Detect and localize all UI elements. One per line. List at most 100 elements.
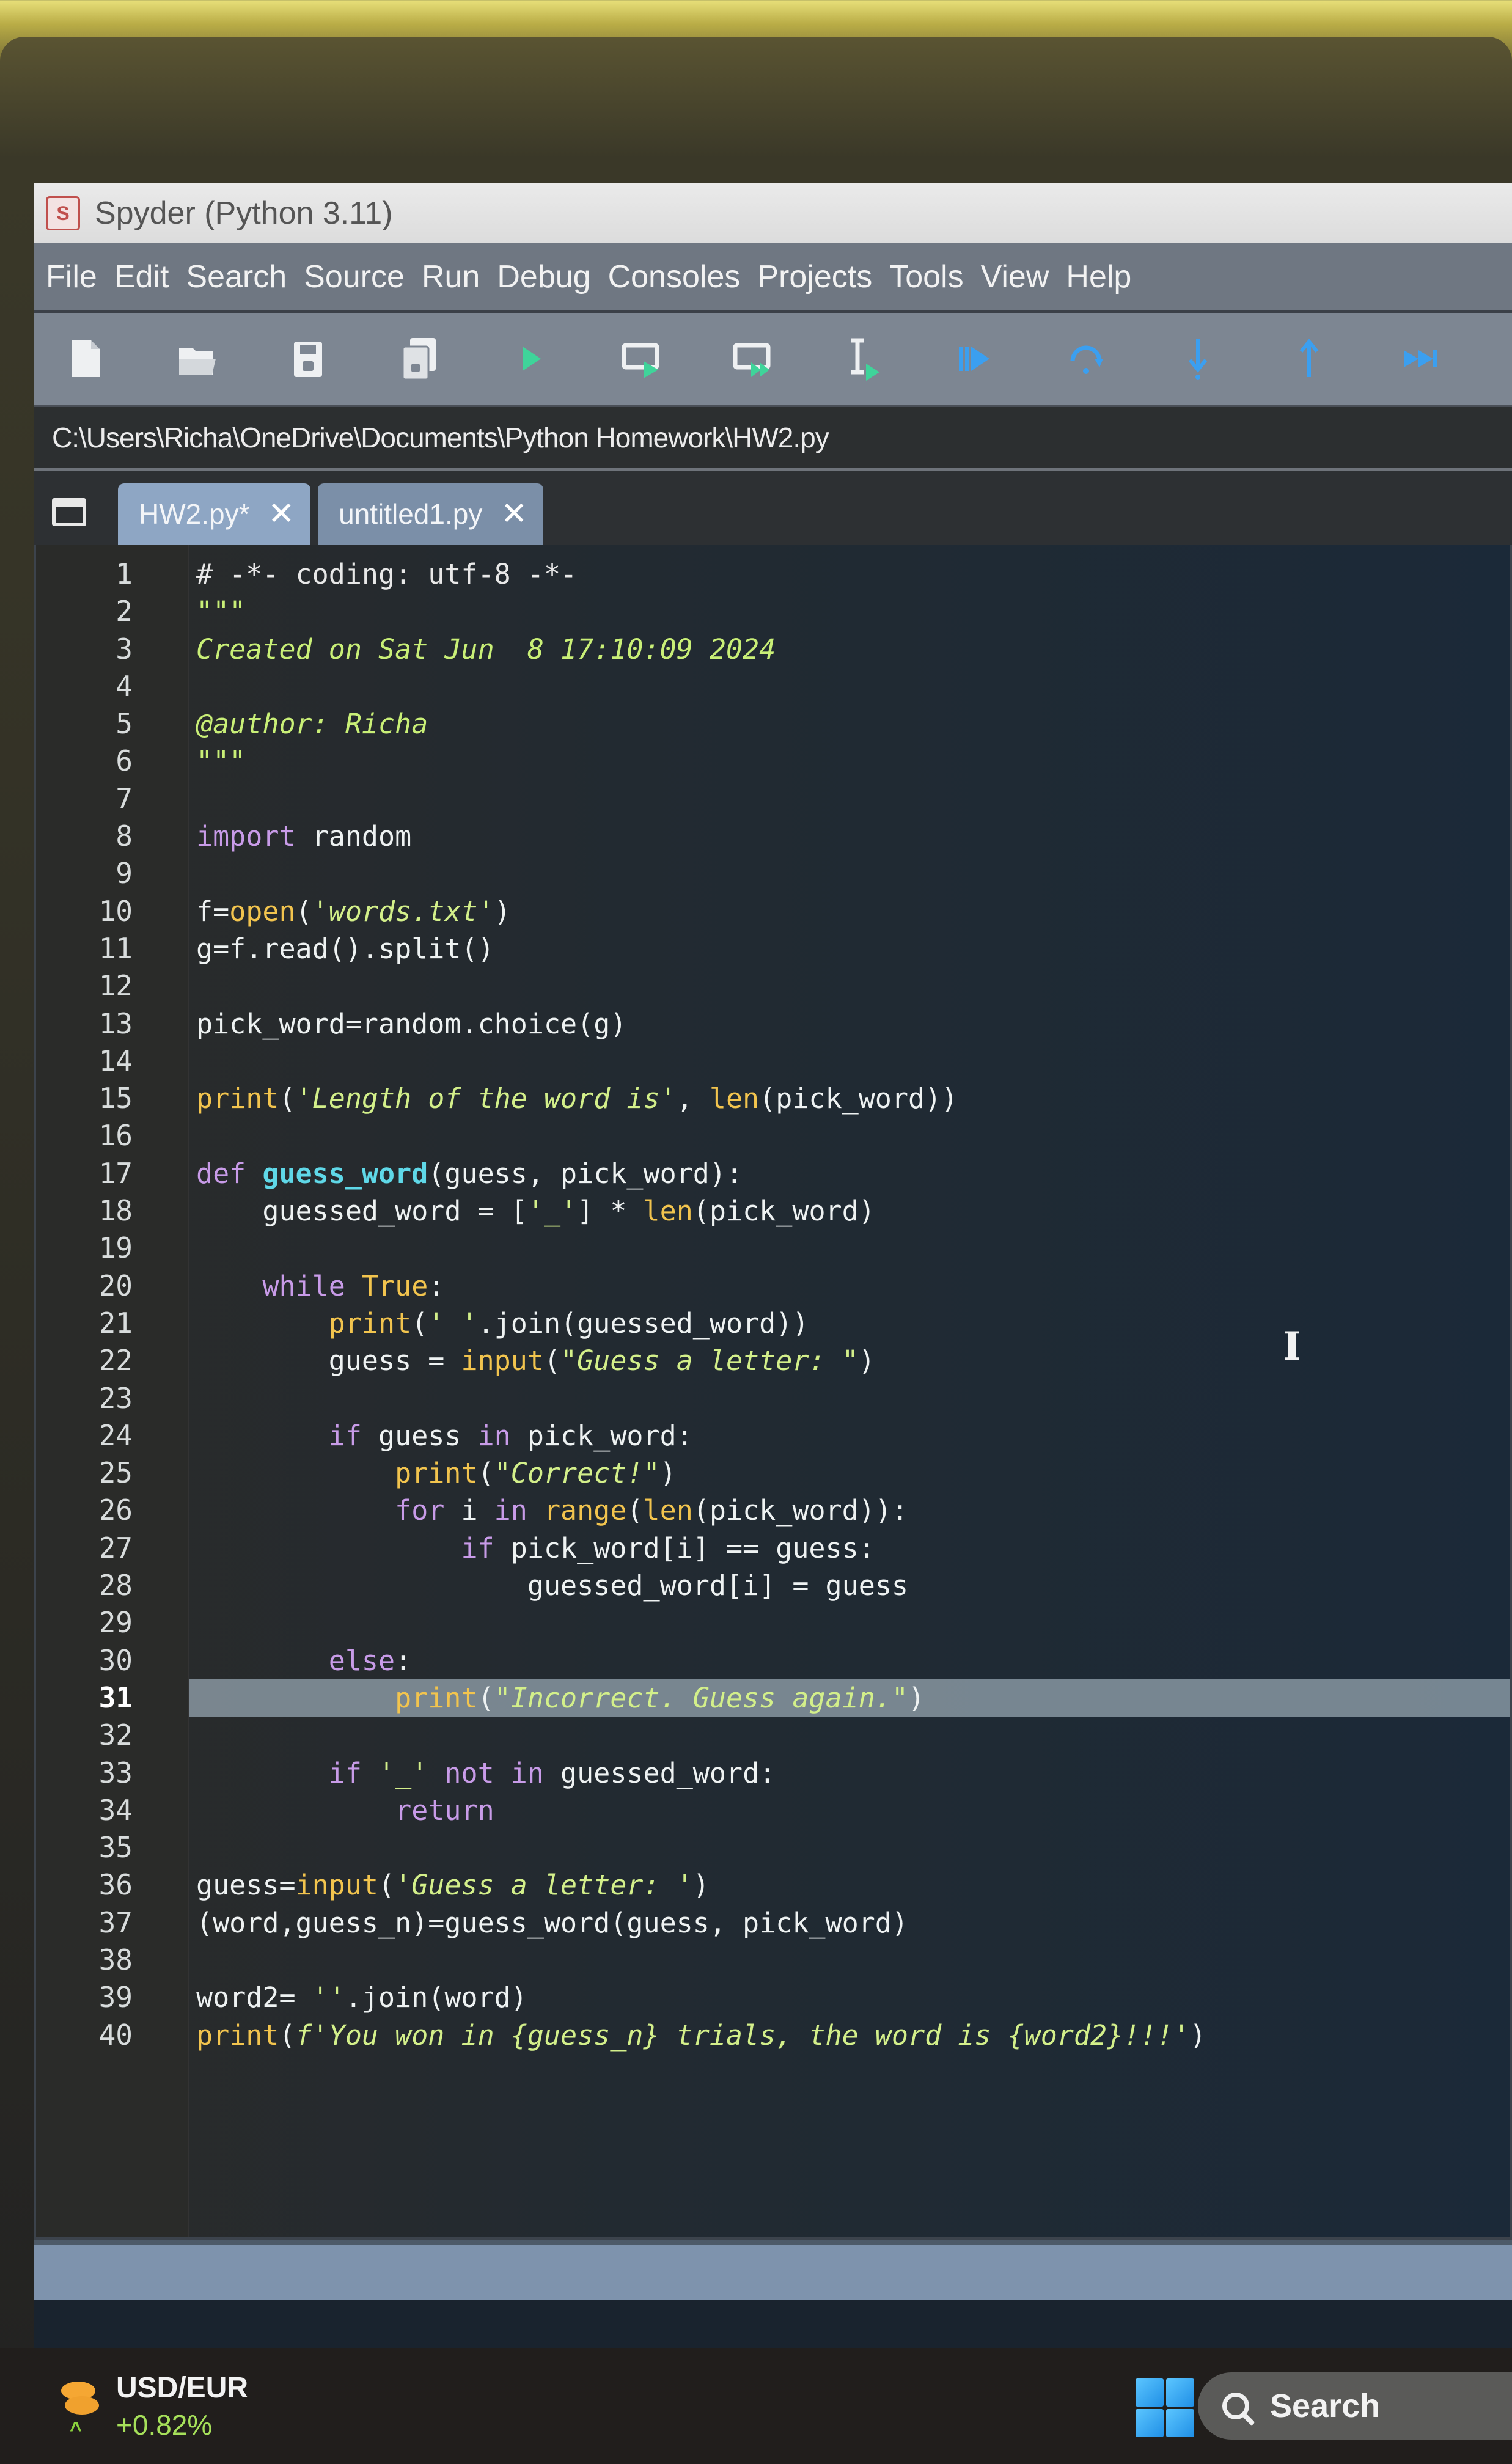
continue-button[interactable] xyxy=(1399,334,1442,383)
debug-file-button[interactable] xyxy=(954,334,997,383)
code-line[interactable]: else: xyxy=(189,1642,1510,1679)
code-line[interactable]: import random xyxy=(189,818,1510,855)
browse-tabs-icon[interactable] xyxy=(52,498,86,526)
code-line[interactable]: g=f.read().split() xyxy=(189,930,1510,967)
windows-start-button[interactable] xyxy=(1136,2378,1194,2437)
code-line[interactable]: print("Correct!") xyxy=(189,1454,1510,1492)
code-token: print xyxy=(395,1457,478,1490)
code-line[interactable] xyxy=(189,1604,1510,1641)
code-token: ( xyxy=(543,1344,561,1377)
code-line[interactable]: """ xyxy=(189,743,1510,780)
code-line[interactable]: print(f'You won in {guess_n} trials, the… xyxy=(189,2017,1510,2054)
tab-untitled1[interactable]: untitled1.py ✕ xyxy=(318,483,543,544)
new-file-button[interactable] xyxy=(64,334,107,383)
code-token: ] * xyxy=(577,1195,644,1228)
taskbar-search[interactable]: Search xyxy=(1198,2372,1512,2440)
code-line[interactable]: return xyxy=(189,1792,1510,1829)
code-line[interactable] xyxy=(189,780,1510,818)
code-line[interactable] xyxy=(189,967,1510,1005)
line-number: 10 xyxy=(98,894,133,928)
code-token: input xyxy=(295,1869,379,1902)
code-line[interactable] xyxy=(189,1717,1510,1754)
run-selection-button[interactable] xyxy=(843,334,886,383)
code-line[interactable]: guessed_word[i] = guess xyxy=(189,1567,1510,1604)
currency-widget[interactable]: ^ USD/EUR +0.82% xyxy=(61,2371,248,2441)
code-line[interactable]: if pick_word[i] == guess: xyxy=(189,1530,1510,1567)
code-line[interactable]: @author: Richa xyxy=(189,705,1510,743)
code-token: # -*- coding: utf-8 -*- xyxy=(196,558,578,590)
run-cell-icon xyxy=(622,343,659,378)
line-number: 15 xyxy=(98,1082,133,1115)
step-into-icon xyxy=(1188,339,1208,380)
step-over-button[interactable] xyxy=(1065,334,1108,383)
line-number: 6 xyxy=(116,744,133,778)
menu-view[interactable]: View xyxy=(981,258,1049,295)
code-line[interactable] xyxy=(189,1230,1510,1267)
menu-run[interactable]: Run xyxy=(422,258,480,295)
code-line[interactable] xyxy=(189,1380,1510,1417)
tab-hw2[interactable]: HW2.py* ✕ xyxy=(118,483,311,544)
run-cell-button[interactable] xyxy=(620,334,663,383)
code-line[interactable]: """ xyxy=(189,593,1510,630)
text-cursor-icon: I xyxy=(1283,1324,1301,1370)
coins-icon: ^ xyxy=(61,2382,99,2441)
line-number: 38 xyxy=(98,1943,133,1976)
code-line[interactable]: # -*- coding: utf-8 -*- xyxy=(189,556,1510,593)
code-line[interactable]: while True: xyxy=(189,1267,1510,1305)
current-code-line[interactable]: print("Incorrect. Guess again.") xyxy=(189,1679,1510,1717)
code-line[interactable] xyxy=(189,1829,1510,1866)
save-button[interactable] xyxy=(287,334,329,383)
close-icon[interactable]: ✕ xyxy=(501,496,527,532)
menu-debug[interactable]: Debug xyxy=(497,258,590,295)
step-over-icon xyxy=(1070,345,1103,374)
line-number-gutter: 1 2 3 4 5 6 7 8 9 10 11 12 13 14 15 16 17 18 19 20 21 22 23 24 2… xyxy=(36,544,189,2237)
open-file-button[interactable] xyxy=(175,334,218,383)
code-line[interactable]: guessed_word = ['_'] * len(pick_word) xyxy=(189,1192,1510,1230)
step-into-button[interactable] xyxy=(1176,334,1219,383)
menu-search[interactable]: Search xyxy=(186,258,287,295)
search-icon xyxy=(1222,2392,1249,2419)
code-line[interactable] xyxy=(189,1043,1510,1080)
menu-edit[interactable]: Edit xyxy=(114,258,169,295)
code-token: ) xyxy=(1189,2019,1206,2052)
code-line[interactable]: (word,guess_n)=guess_word(guess, pick_wo… xyxy=(189,1904,1510,1942)
menu-projects[interactable]: Projects xyxy=(757,258,872,295)
save-all-button[interactable] xyxy=(398,334,441,383)
step-return-button[interactable] xyxy=(1288,334,1330,383)
menu-file[interactable]: File xyxy=(46,258,97,295)
line-number: 29 xyxy=(98,1606,133,1640)
code-line[interactable]: for i in range(len(pick_word)): xyxy=(189,1492,1510,1529)
menu-tools[interactable]: Tools xyxy=(889,258,963,295)
code-line[interactable]: guess = input("Guess a letter: ") xyxy=(189,1342,1510,1379)
line-number: 39 xyxy=(98,1981,133,2014)
code-line[interactable] xyxy=(189,1942,1510,1979)
code-line[interactable]: def guess_word(guess, pick_word): xyxy=(189,1155,1510,1192)
close-icon[interactable]: ✕ xyxy=(268,496,295,532)
code-line[interactable]: word2= ''.join(word) xyxy=(189,1979,1510,2016)
code-token: i xyxy=(444,1494,494,1527)
code-token: : xyxy=(395,1644,412,1677)
code-line[interactable]: if guess in pick_word: xyxy=(189,1417,1510,1454)
code-line[interactable]: Created on Sat Jun 8 17:10:09 2024 xyxy=(189,631,1510,668)
code-line[interactable]: if '_' not in guessed_word: xyxy=(189,1755,1510,1792)
code-editor[interactable]: 1 2 3 4 5 6 7 8 9 10 11 12 13 14 15 16 17 18 19 20 21 22 23 24 2… xyxy=(34,544,1512,2240)
code-line[interactable]: guess=input('Guess a letter: ') xyxy=(189,1866,1510,1904)
menu-consoles[interactable]: Consoles xyxy=(608,258,741,295)
code-line[interactable]: pick_word=random.choice(g) xyxy=(189,1005,1510,1043)
code-line[interactable] xyxy=(189,855,1510,892)
menu-source[interactable]: Source xyxy=(304,258,405,295)
code-line[interactable]: print('Length of the word is', len(pick_… xyxy=(189,1080,1510,1117)
editor-tab-bar: HW2.py* ✕ untitled1.py ✕ xyxy=(34,471,1512,544)
code-token: """ xyxy=(196,745,246,778)
code-line[interactable]: print(' '.join(guessed_word)) xyxy=(189,1305,1510,1342)
menu-help[interactable]: Help xyxy=(1066,258,1131,295)
run-file-button[interactable] xyxy=(509,334,552,383)
debug-icon xyxy=(959,346,989,371)
code-line[interactable]: f=open('words.txt') xyxy=(189,893,1510,930)
code-line[interactable] xyxy=(189,1117,1510,1154)
code-line[interactable] xyxy=(189,668,1510,705)
run-cell-advance-button[interactable] xyxy=(732,334,774,383)
code-area[interactable]: # -*- coding: utf-8 -*- """ Created on Sat… xyxy=(189,544,1510,2237)
